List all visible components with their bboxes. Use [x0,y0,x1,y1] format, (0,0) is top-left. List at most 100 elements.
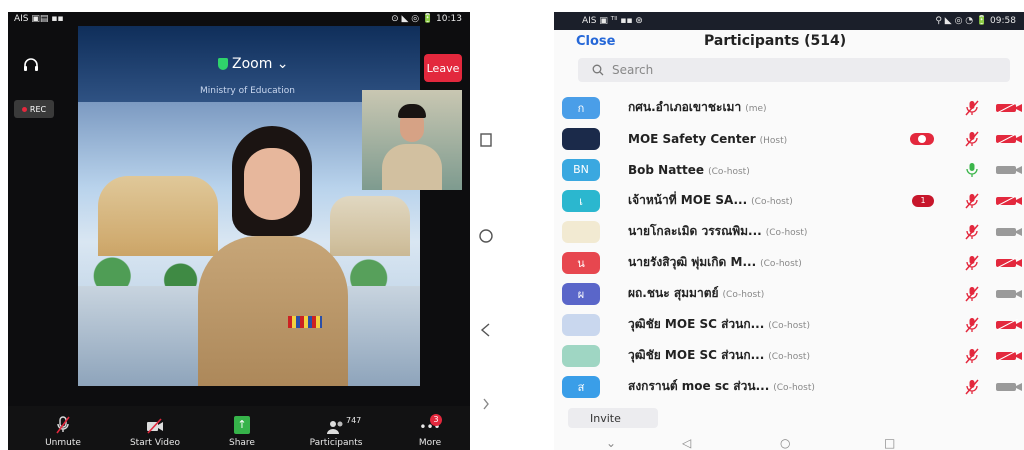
home-icon[interactable] [478,228,494,244]
video-off-icon[interactable] [994,101,1024,114]
participants-button[interactable]: 747 Participants [306,406,366,450]
status-right: ⊙ ◣ ◎ 🔋 10:13 [391,14,462,24]
participant-name: วุฒิชัย MOE SC ส่วนก... (Co-host) [628,346,810,365]
avatar: เ [562,189,600,212]
invite-button[interactable]: Invite [568,408,658,428]
video-off-icon[interactable] [994,132,1024,145]
start-video-label: Start Video [129,438,181,448]
participant-name: กศน.อำเภอเขาชะเมา (me) [628,98,767,117]
self-view-thumbnail[interactable] [362,90,462,190]
mic-icon[interactable] [964,162,980,178]
record-dot-icon [21,106,27,112]
participant-row[interactable]: เ เจ้าหน้าที่ MOE SA... (Co-host) 1 [554,185,1024,216]
phone-status-bar: AIS ▣ ᵀᴵˡ ▪▪ ⊛ ⚲ ◣ ◎ ◔ 🔋 09:58 [554,12,1024,30]
participant-role: (Co-host) [768,321,810,331]
chevron-right-icon[interactable] [478,396,494,412]
participant-count: 747 [346,416,362,425]
avatar: ส [562,375,600,398]
participant-row[interactable]: วุฒิชัย MOE SC ส่วนก... (Co-host) [554,340,1024,371]
participant-role: (Co-host) [765,228,808,238]
participant-role: (Host) [759,135,788,146]
avatar [562,220,600,243]
speaker-figure [198,126,348,386]
unmute-button[interactable]: Unmute [38,406,88,450]
mic-muted-icon[interactable] [964,131,980,147]
participant-row[interactable]: ผ ผถ.ชนะ สุมมาตย์ (Co-host) [554,278,1024,309]
meeting-toolbar: Unmute Start Video ↑ Share 747 Participa… [8,406,470,450]
video-off-icon [147,418,163,434]
participant-name-text: วุฒิชัย MOE SC ส่วนก... [628,317,765,331]
video-icon[interactable] [994,164,1024,176]
share-arrow-icon: ↑ [234,416,250,434]
participant-name: เจ้าหน้าที่ MOE SA... (Co-host) [628,191,793,210]
video-icon[interactable] [994,288,1024,300]
participant-role: (me) [745,104,767,114]
participant-role: (Co-host) [760,259,802,269]
video-icon[interactable] [994,381,1024,393]
mic-muted-icon[interactable] [964,100,980,116]
search-input[interactable] [612,63,992,77]
avatar: BN [562,158,600,181]
leave-button[interactable]: Leave [424,54,462,82]
more-label: More [418,438,442,448]
participant-row[interactable]: นายโกละเมิด วรรณพิม... (Co-host) [554,216,1024,247]
pip-hair [398,104,426,118]
unread-badge: 1 [912,194,934,207]
participant-row[interactable]: วุฒิชัย MOE SC ส่วนก... (Co-host) [554,309,1024,340]
participant-name-text: นายรังสิวุฒิ พุ่มเกิด M... [628,255,757,269]
mic-muted-icon[interactable] [964,286,980,302]
page-title: Participants (514) [704,33,847,49]
mic-muted-icon[interactable] [964,348,980,364]
avatar [562,313,600,336]
participant-name: สงกรานต์ moe sc ส่วน... (Co-host) [628,377,815,396]
mic-muted-icon [56,416,70,434]
meeting-title[interactable]: Zoom ⌄ [218,56,289,72]
back-icon[interactable]: ◁ [682,436,691,450]
search-icon [592,64,604,76]
video-off-icon[interactable] [994,256,1024,269]
participant-name: วุฒิชัย MOE SC ส่วนก... (Co-host) [628,315,810,334]
recents-icon[interactable] [478,132,494,148]
avatar: ผ [562,282,600,305]
participant-role: (Co-host) [722,290,765,300]
mic-muted-icon[interactable] [964,224,980,240]
share-button[interactable]: ↑ Share [222,406,262,450]
more-badge: 3 [430,414,442,426]
home-icon[interactable]: ○ [780,436,790,450]
avatar [562,127,600,150]
chevron-down-icon[interactable]: ⌄ [606,436,616,450]
video-icon[interactable] [994,226,1024,238]
mic-muted-icon[interactable] [964,317,980,333]
mic-muted-icon[interactable] [964,379,980,395]
mic-muted-icon[interactable] [964,193,980,209]
participant-name: นายโกละเมิด วรรณพิม... (Co-host) [628,222,807,241]
participant-row[interactable]: น นายรังสิวุฒิ พุ่มเกิด M... (Co-host) [554,247,1024,278]
shield-icon [218,58,228,70]
ministry-text: Ministry of Education [200,86,295,96]
video-off-icon[interactable] [994,349,1024,362]
mic-muted-icon[interactable] [964,255,980,271]
unmute-label: Unmute [45,438,81,448]
video-off-icon[interactable] [994,194,1024,207]
pip-body [382,144,442,190]
headphone-icon[interactable] [22,56,40,74]
active-speaker-video[interactable]: Ministry of Education [78,26,420,386]
android-nav-bar [478,0,498,450]
participant-row[interactable]: ส สงกรานต์ moe sc ส่วน... (Co-host) [554,371,1024,402]
search-bar[interactable] [578,58,1010,82]
avatar: ก [562,96,600,119]
recents-icon[interactable]: □ [884,436,895,450]
speaker-face [244,148,300,220]
start-video-button[interactable]: Start Video [120,406,190,450]
participant-row[interactable]: ก กศน.อำเภอเขาชะเมา (me) [554,92,1024,123]
participants-label: Participants [309,438,363,448]
video-off-icon[interactable] [994,318,1024,331]
participant-name-text: Bob Nattee [628,162,705,177]
participant-role: (Co-host) [751,197,793,207]
back-icon[interactable] [478,322,494,338]
participant-row[interactable]: BN Bob Nattee (Co-host) [554,154,1024,185]
speaker-ribbons [288,316,322,328]
close-button[interactable]: Close [576,34,615,49]
more-button[interactable]: ••• 3 More [410,406,450,450]
participant-row[interactable]: MOE Safety Center (Host) [554,123,1024,154]
